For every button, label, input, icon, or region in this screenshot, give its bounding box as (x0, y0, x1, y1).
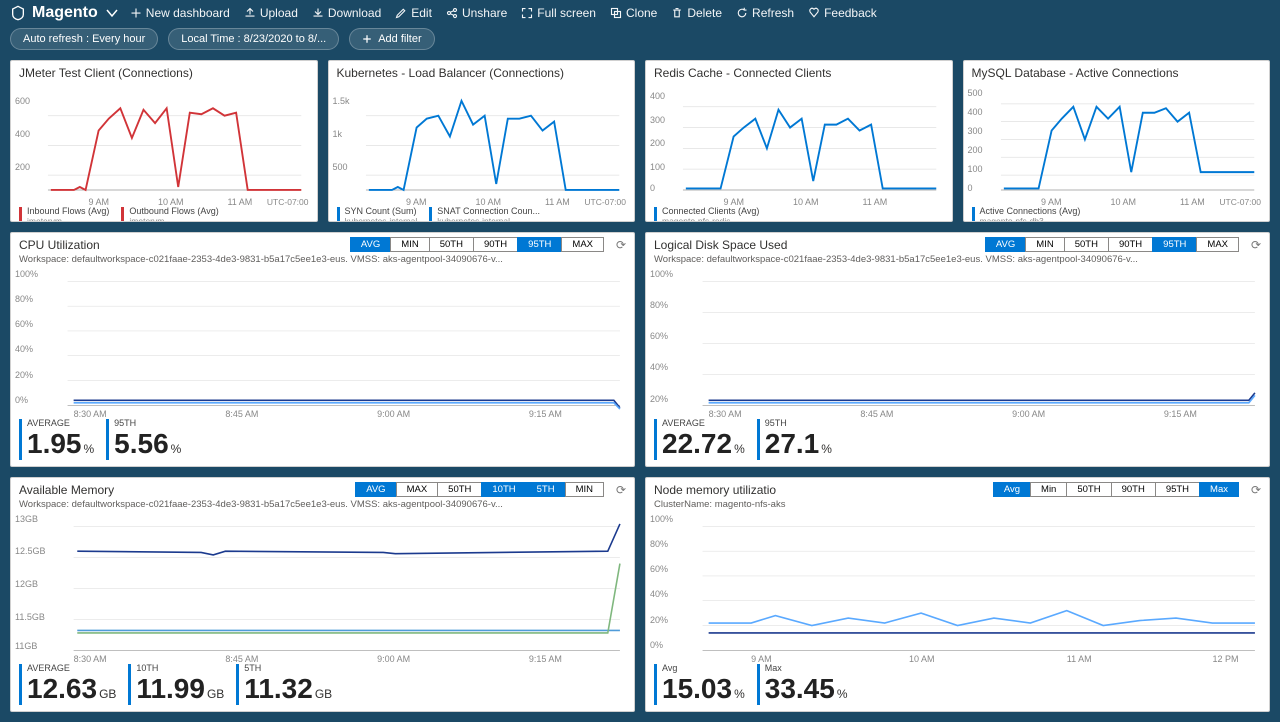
chart-nodemem: 100% 80% 60% 40% 20% 0% 9 AM 10 AM 11 AM… (654, 514, 1261, 663)
chart-k8s: 1.5k 1k 500 9 AM 10 AM 11 AM UTC-07:00 (337, 86, 627, 205)
kpi-mem-5th: 5TH 11.32GB (236, 664, 332, 705)
tile-nodemem[interactable]: Node memory utilizatio Avg Min 50TH 90TH… (645, 477, 1270, 712)
tile-title: Available Memory (19, 483, 114, 497)
kpi-cpu-95: 95TH 5.56% (106, 419, 181, 460)
fullscreen-button[interactable]: Full screen (521, 6, 596, 20)
refresh-icon[interactable]: ⟳ (1251, 238, 1261, 252)
kpi-nodemem-max: Max 33.45% (757, 664, 848, 705)
dashboard-title[interactable]: Magento (10, 4, 120, 22)
segmented-nodemem: Avg Min 50TH 90TH 95TH Max (993, 482, 1239, 497)
kpi-disk-avg: AVERAGE 22.72% (654, 419, 745, 460)
tile-title: MySQL Database - Active Connections (972, 66, 1179, 80)
tile-title: JMeter Test Client (Connections) (19, 66, 193, 80)
tile-title: Kubernetes - Load Balancer (Connections) (337, 66, 564, 80)
refresh-icon[interactable]: ⟳ (1251, 483, 1261, 497)
chart-jmeter: 600 400 200 9 AM 10 AM 11 AM UTC-07:00 (19, 86, 309, 205)
tile-disk[interactable]: Logical Disk Space Used AVG MIN 50TH 90T… (645, 232, 1270, 467)
clone-button[interactable]: Clone (610, 6, 657, 20)
edit-button[interactable]: Edit (395, 6, 432, 20)
chart-mysql: 500 400 300 200 100 0 9 AM 10 AM 11 AM U… (972, 86, 1262, 205)
segmented-mem: AVG MAX 50TH 10TH 5TH MIN (355, 482, 604, 497)
kpi-cpu-avg: AVERAGE 1.95% (19, 419, 94, 460)
upload-button[interactable]: Upload (244, 6, 298, 20)
kpi-syn: SYN Count (Sum) kubernetes-internal 20.9… (337, 207, 418, 222)
kpi-snat: SNAT Connection Coun... kubernetes-inter… (429, 207, 540, 222)
tile-title: Node memory utilizatio (654, 483, 776, 497)
tile-title: CPU Utilization (19, 238, 100, 252)
chart-cpu: 100% 80% 60% 40% 20% 0% 8:30 AM 8:45 AM … (19, 269, 626, 418)
kpi-mem-avg: AVERAGE 12.63GB (19, 664, 116, 705)
chart-redis: 400 300 200 100 0 9 AM 10 AM 11 AM (654, 86, 944, 205)
kpi-mysql-conn: Active Connections (Avg) magento-nfs-db3… (972, 207, 1081, 222)
timerange-pill[interactable]: Local Time : 8/23/2020 to 8/... (168, 28, 339, 50)
download-button[interactable]: Download (312, 6, 381, 20)
tile-title: Logical Disk Space Used (654, 238, 787, 252)
tile-subtitle: ClusterName: magento-nfs-aks (646, 499, 1269, 510)
refresh-icon[interactable]: ⟳ (616, 483, 626, 497)
refresh-button[interactable]: Refresh (736, 6, 794, 20)
tile-subtitle: Workspace: defaultworkspace-c021faae-235… (11, 499, 634, 510)
unshare-button[interactable]: Unshare (446, 6, 507, 20)
addfilter-pill[interactable]: Add filter (349, 28, 434, 50)
tile-mysql[interactable]: MySQL Database - Active Connections 500 … (963, 60, 1271, 222)
segmented-disk: AVG MIN 50TH 90TH 95TH MAX (985, 237, 1239, 252)
segmented-cpu: AVG MIN 50TH 90TH 95TH MAX (350, 237, 604, 252)
chart-mem: 13GB 12.5GB 12GB 11.5GB 11GB 8:30 AM 8:4… (19, 514, 626, 663)
kpi-nodemem-avg: Avg 15.03% (654, 664, 745, 705)
kpi-outbound: Outbound Flows (Avg) jmetervm 245.92 (121, 207, 218, 222)
refresh-icon[interactable]: ⟳ (616, 238, 626, 252)
tile-k8s[interactable]: Kubernetes - Load Balancer (Connections)… (328, 60, 636, 222)
autorefresh-pill[interactable]: Auto refresh : Every hour (10, 28, 158, 50)
tile-cpu[interactable]: CPU Utilization AVG MIN 50TH 90TH 95TH M… (10, 232, 635, 467)
delete-button[interactable]: Delete (671, 6, 722, 20)
tile-jmeter[interactable]: JMeter Test Client (Connections) 600 400… (10, 60, 318, 222)
tile-subtitle: Workspace: defaultworkspace-c021faae-235… (646, 254, 1269, 265)
kpi-inbound: Inbound Flows (Avg) jmetervm 245.83 (19, 207, 109, 222)
feedback-button[interactable]: Feedback (808, 6, 877, 20)
kpi-disk-95: 95TH 27.1% (757, 419, 832, 460)
kpi-mem-10th: 10TH 11.99GB (128, 664, 224, 705)
tile-subtitle: Workspace: defaultworkspace-c021faae-235… (11, 254, 634, 265)
chart-disk: 100% 80% 60% 40% 20% 8:30 AM 8:45 AM 9:0… (654, 269, 1261, 418)
tile-title: Redis Cache - Connected Clients (654, 66, 831, 80)
kpi-redis-clients: Connected Clients (Avg) magento-nfs-redi… (654, 207, 759, 222)
new-dashboard-button[interactable]: New dashboard (130, 6, 230, 20)
tile-mem[interactable]: Available Memory AVG MAX 50TH 10TH 5TH M… (10, 477, 635, 712)
tile-redis[interactable]: Redis Cache - Connected Clients 400 300 … (645, 60, 953, 222)
